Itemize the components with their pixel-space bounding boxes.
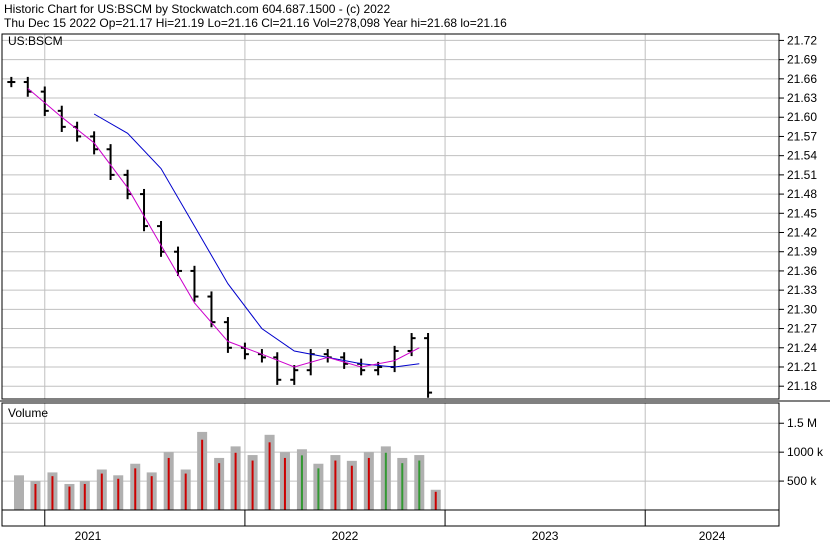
time-axis-frame <box>1 509 780 527</box>
volume-bar-accent <box>201 439 204 510</box>
price-tick-label: 21.21 <box>787 360 817 374</box>
volume-bar-accent <box>334 460 337 510</box>
volume-axis-labels: 1.5 M 1000 k 500 k <box>779 416 824 488</box>
time-axis-label: 2022 <box>332 529 359 543</box>
price-tick-label: 21.39 <box>787 245 817 259</box>
price-grid <box>2 34 779 399</box>
volume-bar-accent <box>300 455 303 510</box>
time-axis-label: 2023 <box>532 529 559 543</box>
price-tick-label: 21.24 <box>787 341 817 355</box>
volume-panel-title: Volume <box>8 406 48 420</box>
volume-bar-accent <box>68 486 71 510</box>
volume-bar-accent <box>167 457 170 510</box>
price-tick-label: 21.45 <box>787 206 817 220</box>
volume-bar-accent <box>184 473 187 510</box>
stock-chart: 21.72 21.69 21.66 21.63 21.60 21.57 21.54 21.51… <box>0 33 830 543</box>
price-panel-title: US:BSCM <box>8 34 63 48</box>
price-tick-label: 21.60 <box>787 110 817 124</box>
price-tick-label: 21.18 <box>787 379 817 393</box>
price-tick-label: 21.57 <box>787 129 817 143</box>
price-panel-frame <box>1 33 780 400</box>
volume-bar-accent <box>268 442 271 510</box>
volume-bar-accent <box>234 452 237 510</box>
moving-average-short-line <box>27 88 420 368</box>
volume-bar-accent <box>51 476 54 510</box>
volume-bar-accent <box>117 478 120 510</box>
price-tick-label: 21.36 <box>787 264 817 278</box>
time-axis-label: 2024 <box>699 529 726 543</box>
volume-bar-accent <box>350 465 353 510</box>
price-tick-label: 21.48 <box>787 187 817 201</box>
volume-bar-accent <box>251 460 254 510</box>
volume-bar-accent <box>401 463 404 510</box>
time-axis-label: 2021 <box>75 529 102 543</box>
volume-bar-accent <box>384 452 387 510</box>
volume-bars <box>13 431 441 510</box>
price-axis-labels: 21.72 21.69 21.66 21.63 21.60 21.57 21.54 21.51… <box>779 33 817 393</box>
volume-bar-accent <box>434 491 437 510</box>
volume-tick-label: 1.5 M <box>787 416 817 430</box>
volume-bar-accent <box>150 476 153 510</box>
volume-bar-accent <box>218 463 221 510</box>
price-tick-label: 21.69 <box>787 53 817 67</box>
price-tick-label: 21.66 <box>787 72 817 86</box>
price-tick-label: 21.63 <box>787 91 817 105</box>
price-tick-label: 21.72 <box>787 33 817 47</box>
volume-bar-accent <box>283 457 286 510</box>
volume-bar-accent <box>83 483 86 510</box>
volume-bar-accent <box>100 473 103 510</box>
volume-bar-accent <box>317 468 320 510</box>
volume-bar-accent <box>34 483 37 510</box>
volume-bar-accent <box>17 478 20 510</box>
price-tick-label: 21.51 <box>787 168 817 182</box>
volume-bar-accent <box>418 460 421 510</box>
price-tick-label: 21.30 <box>787 302 817 316</box>
price-tick-label: 21.33 <box>787 283 817 297</box>
volume-bar-accent <box>134 468 137 510</box>
volume-tick-label: 500 k <box>787 474 817 488</box>
volume-bar-accent <box>367 457 370 510</box>
price-tick-label: 21.27 <box>787 322 817 336</box>
price-tick-label: 21.42 <box>787 226 817 240</box>
volume-tick-label: 1000 k <box>787 445 824 459</box>
price-tick-label: 21.54 <box>787 149 817 163</box>
